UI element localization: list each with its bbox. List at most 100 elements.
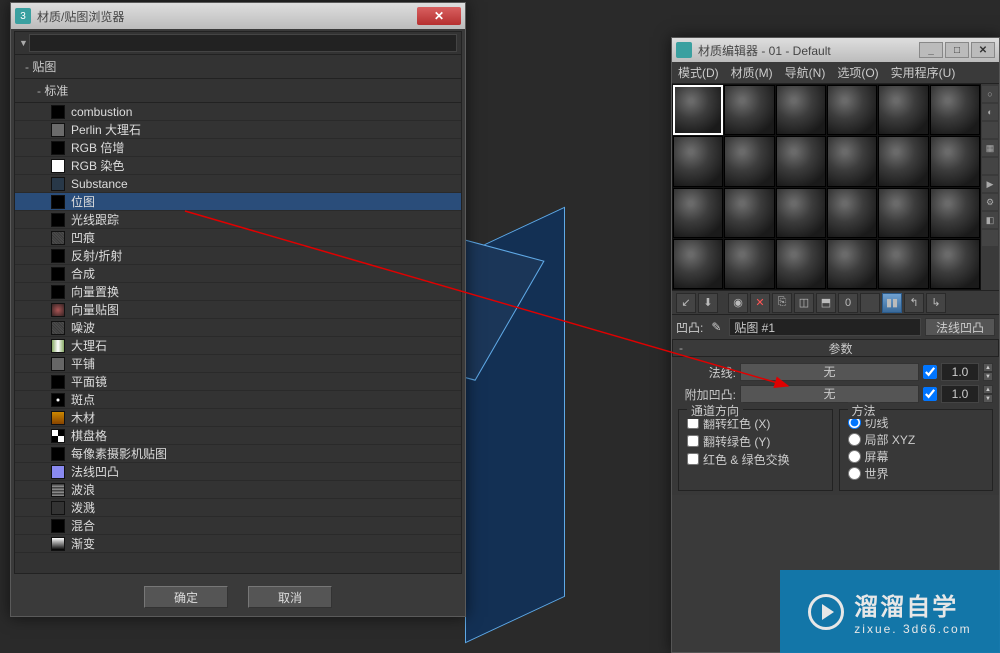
sample-slot-0[interactable] — [673, 85, 723, 135]
map-item-16[interactable]: 斑点 — [15, 391, 461, 409]
method-local-radio[interactable] — [848, 433, 861, 446]
sample-slot-16[interactable] — [878, 188, 928, 238]
map-item-3[interactable]: RGB 染色 — [15, 157, 461, 175]
sample-slot-11[interactable] — [930, 136, 980, 186]
make-unique-icon[interactable]: ◫ — [794, 293, 814, 313]
sample-slot-7[interactable] — [724, 136, 774, 186]
normal-slot-button[interactable]: 无 — [740, 363, 919, 381]
sample-slot-21[interactable] — [827, 239, 877, 289]
menu-util[interactable]: 实用程序(U) — [891, 64, 956, 81]
map-item-5[interactable]: 位图 — [15, 193, 461, 211]
addbump-slot-button[interactable]: 无 — [740, 385, 919, 403]
tree-group-standard[interactable]: 标准 — [15, 79, 461, 103]
map-item-9[interactable]: 合成 — [15, 265, 461, 283]
cancel-button[interactable]: 取消 — [248, 586, 332, 608]
flip-green-checkbox[interactable] — [687, 435, 699, 447]
sample-slot-22[interactable] — [878, 239, 928, 289]
slots-3x2-icon[interactable] — [982, 230, 998, 246]
sample-slot-10[interactable] — [878, 136, 928, 186]
go-parent-icon[interactable]: ↰ — [904, 293, 924, 313]
map-item-19[interactable]: 每像素摄影机贴图 — [15, 445, 461, 463]
ok-button[interactable]: 确定 — [144, 586, 228, 608]
tree-group-maps[interactable]: 贴图 — [15, 55, 461, 79]
map-item-10[interactable]: 向量置换 — [15, 283, 461, 301]
map-item-12[interactable]: 噪波 — [15, 319, 461, 337]
options-icon[interactable]: ⚙ — [982, 194, 998, 210]
search-dropdown-icon[interactable]: ▼ — [19, 38, 29, 48]
sample-slot-14[interactable] — [776, 188, 826, 238]
addbump-spin-arrows[interactable]: ▲▼ — [983, 385, 993, 403]
map-item-6[interactable]: 光线跟踪 — [15, 211, 461, 229]
map-item-14[interactable]: 平铺 — [15, 355, 461, 373]
select-by-mat-icon[interactable]: ◧ — [982, 212, 998, 228]
sample-slot-1[interactable] — [724, 85, 774, 135]
sample-slot-23[interactable] — [930, 239, 980, 289]
sample-slot-5[interactable] — [930, 85, 980, 135]
sample-type-icon[interactable]: ○ — [982, 86, 998, 102]
sample-slot-20[interactable] — [776, 239, 826, 289]
preview-icon[interactable]: ▶ — [982, 176, 998, 192]
swap-rg-checkbox[interactable] — [687, 453, 699, 465]
map-item-17[interactable]: 木材 — [15, 409, 461, 427]
eyedropper-icon[interactable]: ✎ — [707, 318, 725, 336]
addbump-enable-checkbox[interactable] — [923, 387, 937, 401]
sample-slot-18[interactable] — [673, 239, 723, 289]
get-material-icon[interactable]: ↙ — [676, 293, 696, 313]
video-check-icon[interactable] — [982, 158, 998, 174]
close-icon[interactable]: ✕ — [417, 7, 461, 25]
map-item-24[interactable]: 渐变 — [15, 535, 461, 553]
menu-options[interactable]: 选项(O) — [837, 64, 878, 81]
sample-slot-2[interactable] — [776, 85, 826, 135]
sample-slot-8[interactable] — [776, 136, 826, 186]
sample-slot-4[interactable] — [878, 85, 928, 135]
map-item-23[interactable]: 混合 — [15, 517, 461, 535]
minimize-icon[interactable]: _ — [919, 42, 943, 58]
put-to-lib-icon[interactable]: ⬒ — [816, 293, 836, 313]
map-item-20[interactable]: 法线凹凸 — [15, 463, 461, 481]
make-copy-icon[interactable]: ⎘ — [772, 293, 792, 313]
map-item-0[interactable]: combustion — [15, 103, 461, 121]
backlight-icon[interactable]: ◐ — [982, 104, 998, 120]
map-item-15[interactable]: 平面镜 — [15, 373, 461, 391]
search-input[interactable] — [29, 34, 457, 52]
normal-amount-spinner[interactable]: 1.0 — [941, 363, 979, 381]
put-to-scene-icon[interactable]: ⬇ — [698, 293, 718, 313]
params-rollup-header[interactable]: - 参数 — [672, 339, 999, 357]
map-item-2[interactable]: RGB 倍增 — [15, 139, 461, 157]
addbump-amount-spinner[interactable]: 1.0 — [941, 385, 979, 403]
map-item-22[interactable]: 泼溅 — [15, 499, 461, 517]
sample-slot-9[interactable] — [827, 136, 877, 186]
sample-slot-12[interactable] — [673, 188, 723, 238]
uv-tile-icon[interactable]: ▦ — [982, 140, 998, 156]
sample-slot-13[interactable] — [724, 188, 774, 238]
sample-slot-6[interactable] — [673, 136, 723, 186]
menu-mode[interactable]: 模式(D) — [678, 64, 719, 81]
show-in-vp-icon[interactable] — [860, 293, 880, 313]
browser-titlebar[interactable]: 3 材质/贴图浏览器 ✕ — [11, 3, 465, 29]
go-forward-icon[interactable]: ↳ — [926, 293, 946, 313]
map-item-8[interactable]: 反射/折射 — [15, 247, 461, 265]
map-item-21[interactable]: 波浪 — [15, 481, 461, 499]
maximize-icon[interactable]: □ — [945, 42, 969, 58]
show-end-result-icon[interactable]: ▮▮ — [882, 293, 902, 313]
close-icon[interactable]: ✕ — [971, 42, 995, 58]
method-world-radio[interactable] — [848, 467, 861, 480]
menu-nav[interactable]: 导航(N) — [785, 64, 826, 81]
editor-titlebar[interactable]: 材质编辑器 - 01 - Default _ □ ✕ — [672, 38, 999, 62]
map-item-4[interactable]: Substance — [15, 175, 461, 193]
assign-icon[interactable]: ◉ — [728, 293, 748, 313]
sample-slot-19[interactable] — [724, 239, 774, 289]
reset-icon[interactable]: ✕ — [750, 293, 770, 313]
background-icon[interactable] — [982, 122, 998, 138]
map-item-7[interactable]: 凹痕 — [15, 229, 461, 247]
map-item-13[interactable]: 大理石 — [15, 337, 461, 355]
menu-material[interactable]: 材质(M) — [731, 64, 773, 81]
sample-slot-3[interactable] — [827, 85, 877, 135]
normal-enable-checkbox[interactable] — [923, 365, 937, 379]
map-name-input[interactable] — [729, 318, 921, 336]
normal-spin-arrows[interactable]: ▲▼ — [983, 363, 993, 381]
sample-slot-17[interactable] — [930, 188, 980, 238]
map-item-18[interactable]: 棋盘格 — [15, 427, 461, 445]
method-screen-radio[interactable] — [848, 450, 861, 463]
map-type-button[interactable]: 法线凹凸 — [925, 318, 995, 336]
